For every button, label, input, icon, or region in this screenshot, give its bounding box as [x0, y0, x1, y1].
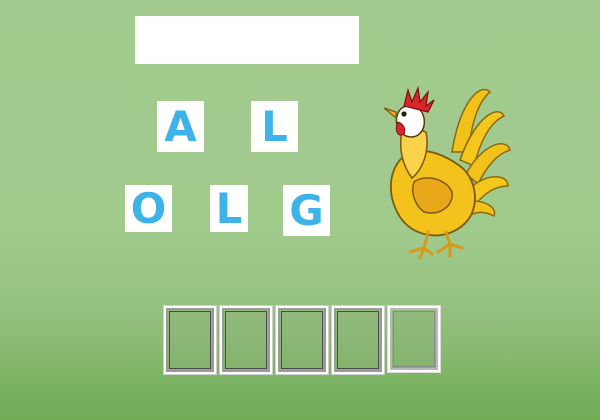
letter-tile-g[interactable]: G: [283, 185, 330, 236]
answer-slot-3[interactable]: [276, 306, 328, 374]
letter-tile-l[interactable]: L: [251, 101, 298, 152]
answer-display: [135, 16, 359, 64]
answer-slot-4[interactable]: [332, 306, 384, 374]
rooster-icon: [383, 85, 511, 260]
word-game: A L O L G: [0, 0, 600, 420]
answer-slots: [164, 306, 440, 378]
answer-slot-2[interactable]: [220, 306, 272, 374]
answer-slot-1[interactable]: [164, 306, 216, 374]
letter-tile-l-2[interactable]: L: [210, 185, 248, 232]
letter-tile-a[interactable]: A: [157, 101, 204, 152]
answer-slot-5[interactable]: [388, 306, 440, 372]
letter-tile-o[interactable]: O: [125, 185, 172, 232]
